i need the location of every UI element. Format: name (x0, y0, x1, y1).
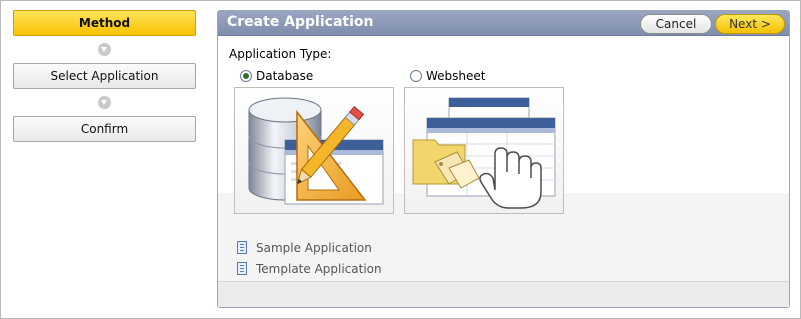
websheet-tile[interactable] (404, 87, 564, 214)
database-radio[interactable] (240, 70, 252, 82)
chevron-down-icon (98, 43, 111, 56)
websheet-radio[interactable] (410, 70, 422, 82)
step-connector (13, 36, 196, 63)
region-title: Create Application (227, 14, 374, 30)
chevron-down-icon (98, 96, 111, 109)
create-application-region: Create Application Cancel Next > Applica… (217, 10, 790, 308)
additional-links: Sample Application Template Application (237, 237, 382, 279)
database-icon (248, 97, 384, 205)
wizard-step-select-application[interactable]: Select Application (13, 63, 196, 89)
document-icon (237, 241, 247, 254)
option-websheet[interactable]: Websheet (410, 69, 486, 83)
step-connector (13, 89, 196, 116)
region-body: Application Type: Database Websheet (218, 36, 789, 214)
wizard-step-confirm[interactable]: Confirm (13, 116, 196, 142)
wizard-step-method[interactable]: Method (13, 10, 196, 36)
region-header: Create Application Cancel Next > (218, 11, 789, 36)
sample-application-link[interactable]: Sample Application (237, 237, 382, 258)
database-label: Database (256, 69, 314, 83)
cancel-button[interactable]: Cancel (640, 14, 712, 34)
region-footer (218, 281, 789, 307)
page-frame: Method Select Application Confirm Create… (0, 0, 801, 319)
wizard-steps: Method Select Application Confirm (13, 10, 196, 142)
document-icon (237, 262, 247, 275)
websheet-icon (412, 97, 556, 209)
template-application-label: Template Application (256, 261, 382, 276)
sample-application-label: Sample Application (256, 240, 372, 255)
next-button[interactable]: Next > (715, 14, 785, 34)
template-application-link[interactable]: Template Application (237, 258, 382, 279)
option-database[interactable]: Database (240, 69, 313, 83)
websheet-label: Websheet (426, 69, 486, 83)
database-tile[interactable] (234, 87, 394, 214)
application-type-label: Application Type: (229, 47, 332, 61)
